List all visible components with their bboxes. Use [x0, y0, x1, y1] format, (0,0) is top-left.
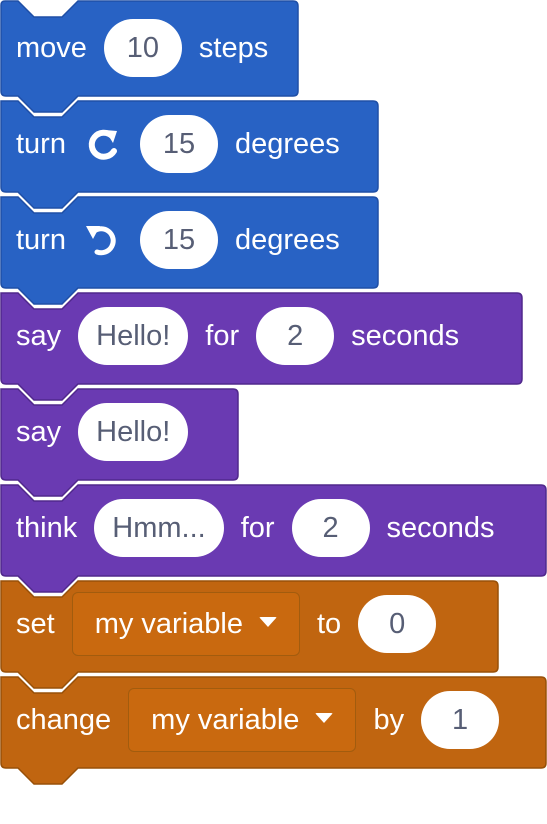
- to-label: to: [316, 607, 342, 640]
- move-block[interactable]: move 10 steps: [16, 0, 268, 96]
- degrees-label: degrees: [234, 223, 340, 256]
- say-block[interactable]: say Hello!: [16, 384, 189, 480]
- think-label: think: [16, 511, 78, 544]
- block-stack: move 10 steps turn 15 degrees turn 15 de…: [0, 0, 547, 824]
- degrees-input[interactable]: 15: [139, 115, 218, 173]
- seconds-label: seconds: [386, 511, 495, 544]
- seconds-input[interactable]: 2: [256, 307, 335, 365]
- steps-label: steps: [198, 31, 269, 64]
- for-label: for: [205, 319, 240, 352]
- change-label: change: [16, 703, 112, 736]
- message-input[interactable]: Hmm...: [94, 499, 224, 557]
- rotate-right-icon: [83, 124, 123, 164]
- change-variable-block[interactable]: change my variable by 1: [16, 672, 500, 768]
- variable-dropdown-label: my variable: [94, 607, 243, 640]
- set-label: set: [16, 607, 55, 640]
- turn-right-block[interactable]: turn 15 degrees: [16, 96, 340, 192]
- say-label: say: [16, 415, 62, 448]
- for-label: for: [240, 511, 275, 544]
- rotate-left-icon: [83, 220, 123, 260]
- variable-dropdown[interactable]: my variable: [71, 592, 300, 656]
- caret-down-icon: [315, 713, 334, 723]
- variable-dropdown[interactable]: my variable: [128, 688, 357, 752]
- degrees-input[interactable]: 15: [139, 211, 218, 269]
- turn-label: turn: [16, 223, 66, 256]
- seconds-input[interactable]: 2: [291, 499, 370, 557]
- set-variable-block[interactable]: set my variable to 0: [16, 576, 437, 672]
- turn-label: turn: [16, 127, 66, 160]
- say-for-block[interactable]: say Hello! for 2 seconds: [16, 288, 459, 384]
- caret-down-icon: [258, 617, 277, 627]
- variable-dropdown-label: my variable: [151, 703, 300, 736]
- value-input[interactable]: 0: [358, 595, 437, 653]
- seconds-label: seconds: [351, 319, 460, 352]
- message-input[interactable]: Hello!: [78, 403, 189, 461]
- by-label: by: [373, 703, 405, 736]
- think-for-block[interactable]: think Hmm... for 2 seconds: [16, 480, 495, 576]
- degrees-label: degrees: [234, 127, 340, 160]
- turn-left-block[interactable]: turn 15 degrees: [16, 192, 340, 288]
- message-input[interactable]: Hello!: [78, 307, 189, 365]
- move-label: move: [16, 31, 87, 64]
- steps-input[interactable]: 10: [103, 19, 182, 77]
- say-label: say: [16, 319, 62, 352]
- value-input[interactable]: 1: [421, 691, 500, 749]
